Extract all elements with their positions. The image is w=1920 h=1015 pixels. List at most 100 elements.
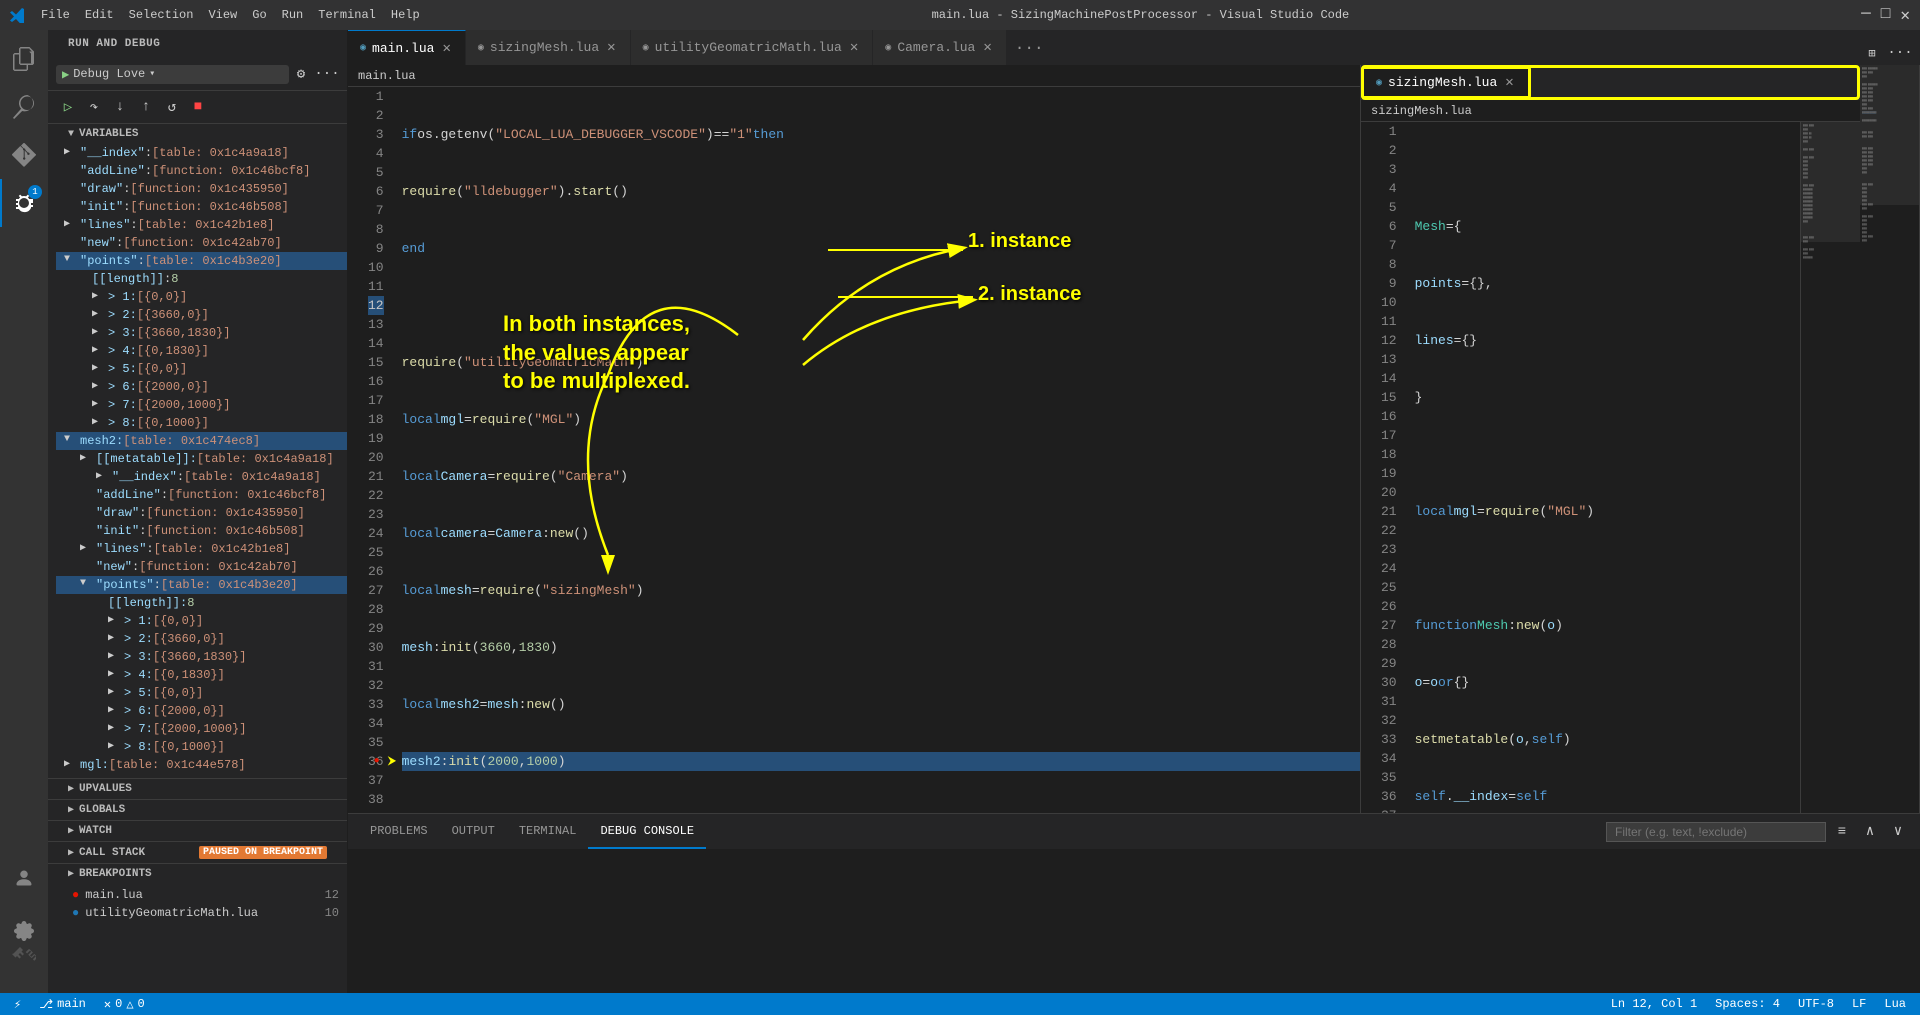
tab-sizingmesh-right[interactable]: ◉ sizingMesh.lua ✕	[1361, 66, 1531, 99]
var-draw[interactable]: "draw" : [function: 0x1c435950]	[56, 180, 347, 198]
var-addline[interactable]: "addLine" : [function: 0x1c46bcf8]	[56, 162, 347, 180]
var-p4[interactable]: ▶> 4: [{0,1830}]	[56, 342, 347, 360]
tab-utility-close[interactable]: ✕	[848, 37, 860, 58]
var-metatable[interactable]: ▶ [[metatable]]: [table: 0x1c4a9a18]	[56, 450, 347, 468]
tab-camera[interactable]: ◉ Camera.lua ✕	[873, 30, 1006, 65]
tab-sizingmesh[interactable]: ◉ sizingMesh.lua ✕	[466, 30, 631, 65]
debug-filter-input[interactable]	[1606, 822, 1826, 842]
tab-utility[interactable]: ◉ utilityGeomatricMath.lua ✕	[631, 30, 874, 65]
tab-sizingmesh-close[interactable]: ✕	[605, 37, 617, 58]
status-encoding[interactable]: UTF-8	[1794, 993, 1838, 1015]
var-new[interactable]: "new" : [function: 0x1c42ab70]	[56, 234, 347, 252]
menu-file[interactable]: File	[41, 8, 70, 22]
watch-header[interactable]: ▶ WATCH	[48, 821, 347, 841]
menu-view[interactable]: View	[208, 8, 237, 22]
var-mgl[interactable]: ▶mgl: [table: 0x1c44e578]	[56, 756, 347, 774]
git-activity-icon[interactable]	[0, 131, 48, 179]
menu-selection[interactable]: Selection	[129, 8, 194, 22]
tab-problems[interactable]: PROBLEMS	[358, 814, 440, 849]
var-p7[interactable]: ▶> 7: [{2000,1000}]	[56, 396, 347, 414]
split-editor-button[interactable]: ⊞	[1860, 41, 1884, 65]
var-init[interactable]: "init" : [function: 0x1c46b508]	[56, 198, 347, 216]
bp-utility[interactable]: ● utilityGeomatricMath.lua 10	[72, 904, 339, 922]
var-mesh2[interactable]: ▼ mesh2: [table: 0x1c474ec8]	[56, 432, 347, 450]
status-language[interactable]: Lua	[1880, 993, 1910, 1015]
var-p2[interactable]: ▶> 2: [{3660,0}]	[56, 306, 347, 324]
var-p6[interactable]: ▶> 6: [{2000,0}]	[56, 378, 347, 396]
tab-main-lua-close[interactable]: ✕	[440, 38, 452, 59]
more-editor-button[interactable]: ···	[1888, 41, 1912, 65]
panel-chevron-up[interactable]: ∧	[1858, 820, 1882, 844]
var-p5[interactable]: ▶> 5: [{0,0}]	[56, 360, 347, 378]
var-m2-init[interactable]: "init": [function: 0x1c46b508]	[56, 522, 347, 540]
tab-more-button[interactable]: ···	[1007, 30, 1052, 65]
status-debug-item[interactable]: ⚡	[10, 993, 25, 1015]
filter-settings-icon[interactable]: ≡	[1830, 820, 1854, 844]
settings-icon[interactable]	[0, 907, 48, 955]
status-branch[interactable]: ⎇ main	[35, 993, 90, 1015]
var-m2-addline[interactable]: "addLine": [function: 0x1c46bcf8]	[56, 486, 347, 504]
upvalues-header[interactable]: ▶ UPVALUES	[48, 779, 347, 799]
menu-go[interactable]: Go	[252, 8, 266, 22]
account-icon[interactable]	[0, 854, 48, 902]
main-code-editor[interactable]: 12345 678910 1112131415 1617181920 21222…	[348, 87, 1360, 813]
var-p1[interactable]: ▶> 1: [{0,0}]	[56, 288, 347, 306]
menu-terminal[interactable]: Terminal	[318, 8, 376, 22]
var-p3[interactable]: ▶> 3: [{3660,1830}]	[56, 324, 347, 342]
maximize-button[interactable]: □	[1881, 5, 1891, 25]
continue-button[interactable]: ▷	[56, 95, 80, 119]
var-m2-p7[interactable]: ▶> 7: [{2000,1000}]	[56, 720, 347, 738]
var-m2-p4[interactable]: ▶> 4: [{0,1830}]	[56, 666, 347, 684]
var-m2-p3[interactable]: ▶> 3: [{3660,1830}]	[56, 648, 347, 666]
var-points[interactable]: ▼ "points" : [table: 0x1c4b3e20]	[56, 252, 347, 270]
var-p8[interactable]: ▶> 8: [{0,1000}]	[56, 414, 347, 432]
breakpoints-header[interactable]: ▶ BREAKPOINTS	[48, 864, 347, 884]
var-m2-p2[interactable]: ▶> 2: [{3660,0}]	[56, 630, 347, 648]
right-code-editor[interactable]: 12345 678910 1112131415 1617181920 21222…	[1361, 122, 1800, 813]
tab-main-lua[interactable]: ◉ main.lua ✕	[348, 30, 466, 65]
search-activity-icon[interactable]	[0, 83, 48, 131]
menu-edit[interactable]: Edit	[85, 8, 114, 22]
status-line-ending[interactable]: LF	[1848, 993, 1870, 1015]
var-m2-p8[interactable]: ▶> 8: [{0,1000}]	[56, 738, 347, 756]
tab-camera-close[interactable]: ✕	[981, 37, 993, 58]
step-over-button[interactable]: ↷	[82, 95, 106, 119]
status-errors[interactable]: ✕ 0 △ 0	[100, 993, 149, 1015]
menu-run[interactable]: Run	[282, 8, 304, 22]
restart-button[interactable]: ↺	[160, 95, 184, 119]
var-m2-p6[interactable]: ▶> 6: [{2000,0}]	[56, 702, 347, 720]
tab-output[interactable]: OUTPUT	[440, 814, 507, 849]
menu-help[interactable]: Help	[391, 8, 420, 22]
callstack-header[interactable]: ▶ CALL STACK PAUSED ON BREAKPOINT	[48, 842, 347, 863]
step-into-button[interactable]: ↓	[108, 95, 132, 119]
status-line-col[interactable]: Ln 12, Col 1	[1607, 993, 1701, 1015]
debug-config-chevron: ▾	[149, 68, 155, 80]
var-m2-new[interactable]: "new": [function: 0x1c42ab70]	[56, 558, 347, 576]
panel-chevron-down[interactable]: ∨	[1886, 820, 1910, 844]
tab-debug-console[interactable]: DEBUG CONSOLE	[588, 814, 706, 849]
minimize-button[interactable]: ─	[1861, 5, 1871, 25]
stop-button[interactable]: ■	[186, 95, 210, 119]
status-left: ⚡ ⎇ main ✕ 0 △ 0	[10, 993, 149, 1015]
debug-activity-icon[interactable]: 1	[0, 179, 48, 227]
var-m2-index[interactable]: ▶"__index": [table: 0x1c4a9a18]	[56, 468, 347, 486]
status-spaces[interactable]: Spaces: 4	[1711, 993, 1784, 1015]
bp-main[interactable]: ● main.lua 12	[72, 886, 339, 904]
var-lines[interactable]: ▶ "lines" : [table: 0x1c42b1e8]	[56, 216, 347, 234]
debug-config-dropdown[interactable]: ▶ Debug Love ▾	[56, 65, 289, 84]
var-m2-lines[interactable]: ▶"lines": [table: 0x1c42b1e8]	[56, 540, 347, 558]
globals-header[interactable]: ▶ GLOBALS	[48, 800, 347, 820]
var-index[interactable]: ▶ "__index" : [table: 0x1c4a9a18]	[56, 144, 347, 162]
explorer-activity-icon[interactable]	[0, 35, 48, 83]
tab-terminal[interactable]: TERMINAL	[507, 814, 589, 849]
close-button[interactable]: ✕	[1900, 5, 1910, 25]
var-m2-points[interactable]: ▼ "points" : [table: 0x1c4b3e20]	[56, 576, 347, 594]
tab-sizingmesh-right-close[interactable]: ✕	[1503, 72, 1515, 93]
debug-more-button[interactable]: ···	[315, 62, 339, 86]
var-m2-p1[interactable]: ▶> 1: [{0,0}]	[56, 612, 347, 630]
step-out-button[interactable]: ↑	[134, 95, 158, 119]
var-m2-draw[interactable]: "draw": [function: 0x1c435950]	[56, 504, 347, 522]
debug-settings-button[interactable]: ⚙	[289, 62, 313, 86]
var-m2-p5[interactable]: ▶> 5: [{0,0}]	[56, 684, 347, 702]
variables-header[interactable]: ▼ VARIABLES	[48, 124, 347, 144]
